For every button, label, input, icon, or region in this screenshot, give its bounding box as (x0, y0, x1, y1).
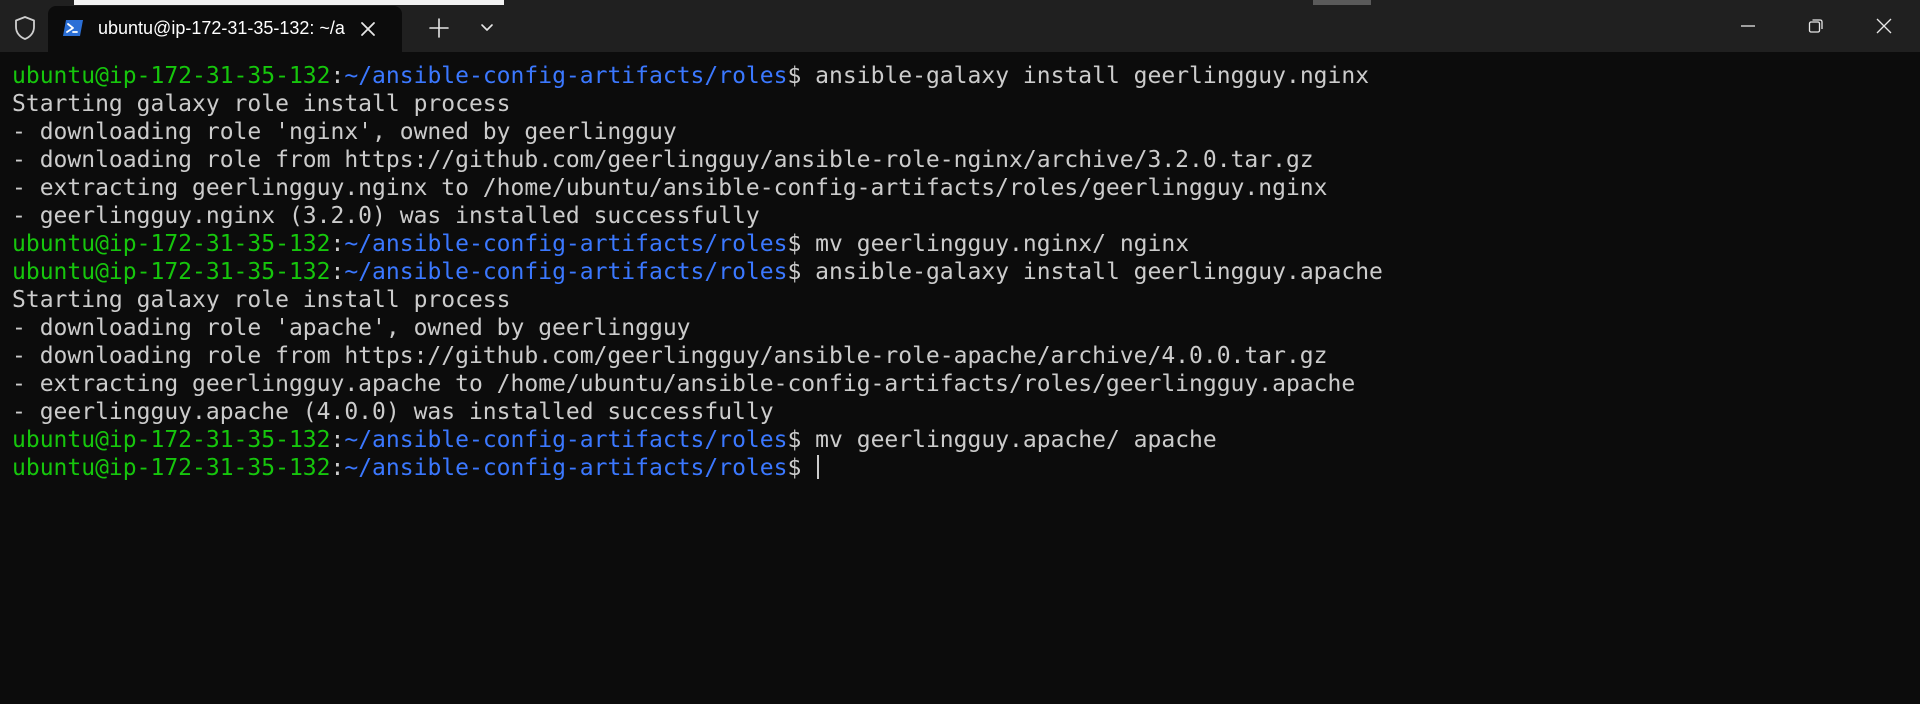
close-window-icon (1876, 18, 1892, 34)
restore-button[interactable] (1782, 0, 1850, 52)
output-text: - downloading role from https://github.c… (12, 343, 1328, 369)
command-text: ansible-galaxy install geerlingguy.apach… (801, 259, 1383, 285)
prompt-colon: : (330, 259, 345, 285)
plus-icon[interactable] (424, 13, 454, 43)
prompt-symbol: $ (787, 427, 802, 453)
terminal-window: ubuntu@ip-172-31-35-132: ~/a ubuntu@ip-1… (0, 0, 1920, 704)
prompt-user: ubuntu@ip-172-31-35-132 (12, 63, 331, 89)
prompt-path: ~/ansible-config-artifacts/roles (344, 259, 788, 285)
output-line: - extracting geerlingguy.nginx to /home/… (12, 174, 1912, 202)
output-text: - downloading role from https://github.c… (12, 147, 1314, 173)
shield-icon[interactable] (10, 13, 40, 43)
output-text: - downloading role 'apache', owned by ge… (12, 315, 691, 341)
prompt-colon: : (330, 455, 345, 481)
output-line: Starting galaxy role install process (12, 90, 1912, 118)
prompt-line: ubuntu@ip-172-31-35-132:~/ansible-config… (12, 258, 1912, 286)
output-text: - extracting geerlingguy.apache to /home… (12, 371, 1356, 397)
output-text: - downloading role 'nginx', owned by gee… (12, 119, 677, 145)
prompt-line: ubuntu@ip-172-31-35-132:~/ansible-config… (12, 454, 1912, 482)
top-strip (0, 0, 1920, 5)
prompt-path: ~/ansible-config-artifacts/roles (344, 455, 788, 481)
prompt-user: ubuntu@ip-172-31-35-132 (12, 259, 331, 285)
output-text: - extracting geerlingguy.nginx to /home/… (12, 175, 1328, 201)
prompt-user: ubuntu@ip-172-31-35-132 (12, 455, 331, 481)
output-line: Starting galaxy role install process (12, 286, 1912, 314)
prompt-line: ubuntu@ip-172-31-35-132:~/ansible-config… (12, 426, 1912, 454)
tab-terminal[interactable]: ubuntu@ip-172-31-35-132: ~/a (48, 6, 402, 52)
prompt-symbol: $ (787, 455, 802, 481)
minimize-icon (1741, 25, 1755, 27)
command-text (801, 455, 815, 481)
output-line: - downloading role 'nginx', owned by gee… (12, 118, 1912, 146)
top-strip-highlight (74, 0, 504, 5)
command-text: mv geerlingguy.apache/ apache (801, 427, 1217, 453)
prompt-line: ubuntu@ip-172-31-35-132:~/ansible-config… (12, 230, 1912, 258)
restore-icon (1808, 19, 1823, 33)
chevron-down-icon[interactable] (472, 13, 502, 43)
prompt-symbol: $ (787, 63, 802, 89)
close-icon[interactable] (354, 15, 382, 43)
prompt-user: ubuntu@ip-172-31-35-132 (12, 231, 331, 257)
prompt-colon: : (330, 427, 345, 453)
command-text: ansible-galaxy install geerlingguy.nginx (801, 63, 1370, 89)
prompt-path: ~/ansible-config-artifacts/roles (344, 427, 788, 453)
top-strip-scroll (1313, 0, 1371, 5)
prompt-colon: : (330, 231, 345, 257)
output-line: - geerlingguy.nginx (3.2.0) was installe… (12, 202, 1912, 230)
output-text: - geerlingguy.nginx (3.2.0) was installe… (12, 203, 760, 229)
close-window-button[interactable] (1850, 0, 1918, 52)
prompt-user: ubuntu@ip-172-31-35-132 (12, 427, 331, 453)
output-text: Starting galaxy role install process (12, 91, 511, 117)
terminal-output[interactable]: ubuntu@ip-172-31-35-132:~/ansible-config… (12, 62, 1912, 692)
powershell-icon (62, 18, 84, 38)
output-line: - downloading role 'apache', owned by ge… (12, 314, 1912, 342)
minimize-button[interactable] (1714, 0, 1782, 52)
output-text: - geerlingguy.apache (4.0.0) was install… (12, 399, 774, 425)
prompt-path: ~/ansible-config-artifacts/roles (344, 231, 788, 257)
prompt-path: ~/ansible-config-artifacts/roles (344, 63, 788, 89)
prompt-symbol: $ (787, 231, 802, 257)
text-cursor (817, 455, 820, 479)
prompt-line: ubuntu@ip-172-31-35-132:~/ansible-config… (12, 62, 1912, 90)
output-line: - geerlingguy.apache (4.0.0) was install… (12, 398, 1912, 426)
prompt-colon: : (330, 63, 345, 89)
output-line: - extracting geerlingguy.apache to /home… (12, 370, 1912, 398)
output-text: Starting galaxy role install process (12, 287, 511, 313)
command-text: mv geerlingguy.nginx/ nginx (801, 231, 1190, 257)
output-line: - downloading role from https://github.c… (12, 342, 1912, 370)
tab-title: ubuntu@ip-172-31-35-132: ~/a (98, 18, 345, 38)
output-line: - downloading role from https://github.c… (12, 146, 1912, 174)
title-bar[interactable]: ubuntu@ip-172-31-35-132: ~/a (0, 0, 1920, 52)
prompt-symbol: $ (787, 259, 802, 285)
